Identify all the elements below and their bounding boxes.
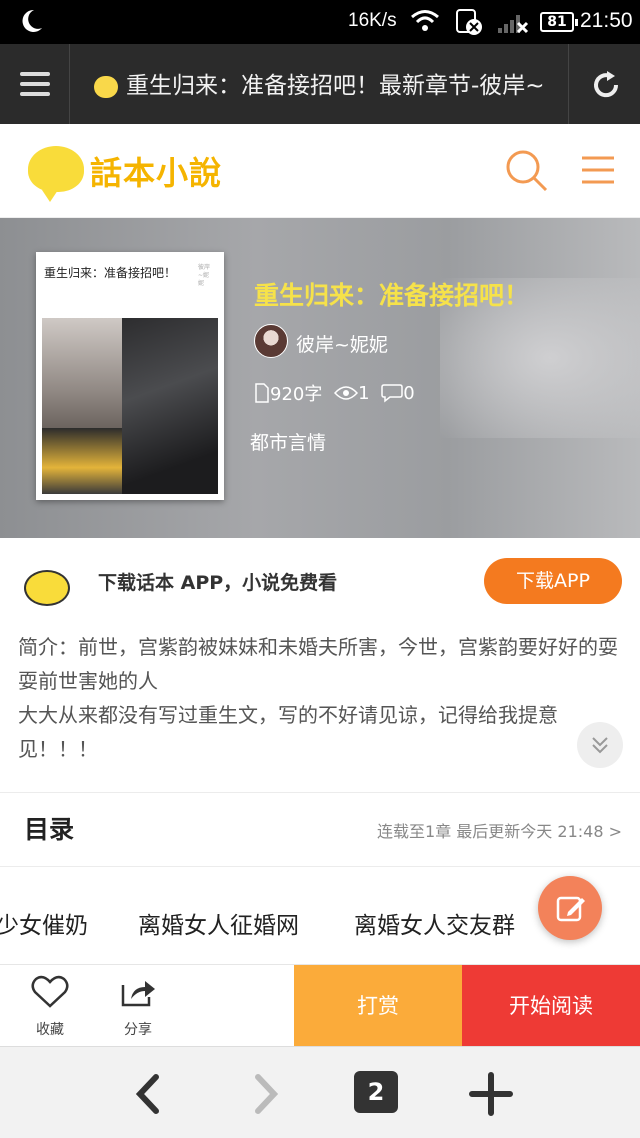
reload-button[interactable]	[568, 44, 640, 124]
book-intro: 简介：前世，宫紫韵被妹妹和未婚夫所害，今世，宫紫韵要好好的耍耍前世害她的人 大大…	[18, 630, 624, 766]
download-app-button[interactable]: 下载APP	[484, 558, 622, 604]
wifi-icon	[411, 10, 439, 31]
author-name: 彼岸~妮妮	[296, 334, 388, 356]
browser-bottom-nav: 2	[0, 1046, 640, 1138]
eye-icon	[334, 386, 359, 400]
share-icon	[121, 981, 155, 1007]
book-action-bar: 收藏 分享 打赏 开始阅读	[0, 964, 640, 1047]
heart-icon	[31, 975, 69, 1008]
network-speed: 16K/s	[348, 10, 397, 31]
browser-toolbar: 重生归来：准备接招吧！最新章节-彼岸~	[0, 44, 640, 124]
edit-icon	[556, 896, 585, 922]
book-title: 重生归来：准备接招吧！	[254, 281, 530, 310]
cover-author-tag: 彼岸~妮妮	[198, 264, 211, 287]
site-menu-icon[interactable]	[578, 150, 618, 190]
write-comment-button[interactable]	[538, 876, 602, 940]
author-avatar	[254, 324, 288, 358]
chevron-double-down-icon	[592, 737, 608, 754]
clock: 21:50	[580, 9, 633, 32]
sim-icon	[456, 9, 482, 35]
site-favicon-icon	[94, 75, 118, 98]
comment-icon	[381, 384, 404, 403]
related-tag[interactable]: 离婚女人交友群	[354, 906, 515, 940]
tab-count-button[interactable]: 2	[354, 1071, 398, 1113]
address-bar[interactable]: 重生归来：准备接招吧！最新章节-彼岸~	[94, 66, 564, 106]
view-count: 1	[358, 382, 370, 404]
intro-line: 简介：前世，宫紫韵被妹妹和未婚夫所害，今世，宫紫韵要好好的耍耍前世害她的人	[18, 635, 618, 693]
related-tag[interactable]: 离婚女人征婚网	[138, 906, 299, 940]
moon-icon	[22, 9, 42, 32]
book-genre[interactable]: 都市言情	[250, 428, 326, 455]
related-tag[interactable]: 少女催奶	[0, 906, 88, 940]
expand-intro-button[interactable]	[577, 722, 623, 768]
signal-icon	[498, 15, 529, 34]
intro-line: 大大从来都没有写过重生文，写的不好请见谅，记得给我提意见！！！	[18, 703, 558, 761]
share-label: 分享	[124, 1022, 152, 1038]
browser-menu-button[interactable]	[0, 44, 70, 124]
favorite-button[interactable]: 收藏	[20, 975, 80, 1039]
catalog-row[interactable]: 目录 连载至1章 最后更新今天 21:48 >	[0, 794, 640, 866]
document-icon	[255, 383, 269, 403]
catalog-heading: 目录	[24, 815, 75, 844]
reward-button[interactable]: 打赏	[294, 965, 462, 1047]
cover-title: 重生归来：准备接招吧！	[44, 266, 177, 280]
battery-indicator: 81	[540, 12, 578, 32]
book-hero: 重生归来：准备接招吧！ 彼岸~妮妮 重生归来：准备接招吧！ 彼岸~妮妮 920字…	[0, 218, 640, 538]
status-bar: 16K/s 81 21:50	[0, 0, 640, 44]
book-stats: 920字 1 0	[254, 380, 421, 406]
app-logo-icon	[18, 560, 76, 616]
book-cover[interactable]: 重生归来：准备接招吧！ 彼岸~妮妮	[36, 252, 224, 500]
reload-icon	[594, 71, 619, 98]
site-header: 話本小說	[0, 124, 640, 218]
back-icon[interactable]	[124, 1069, 174, 1119]
comment-count: 0	[403, 382, 415, 404]
new-tab-icon[interactable]	[466, 1069, 516, 1119]
page-title-in-url: 重生归来：准备接招吧！最新章节-彼岸~	[126, 73, 545, 99]
start-reading-button[interactable]: 开始阅读	[462, 965, 640, 1047]
catalog-meta[interactable]: 连载至1章 最后更新今天 21:48 >	[377, 818, 622, 842]
download-app-banner: 下载话本 APP，小说免费看 下载APP	[0, 538, 640, 624]
download-text: 下载话本 APP，小说免费看	[98, 572, 338, 594]
logo-text: 話本小說	[90, 154, 223, 192]
search-icon[interactable]	[502, 146, 550, 194]
logo-bubble-icon	[28, 146, 84, 202]
site-logo[interactable]: 話本小說	[20, 136, 230, 206]
favorite-label: 收藏	[36, 1022, 64, 1038]
forward-icon[interactable]	[240, 1069, 290, 1119]
word-count: 920字	[270, 384, 323, 405]
share-button[interactable]: 分享	[108, 975, 168, 1039]
